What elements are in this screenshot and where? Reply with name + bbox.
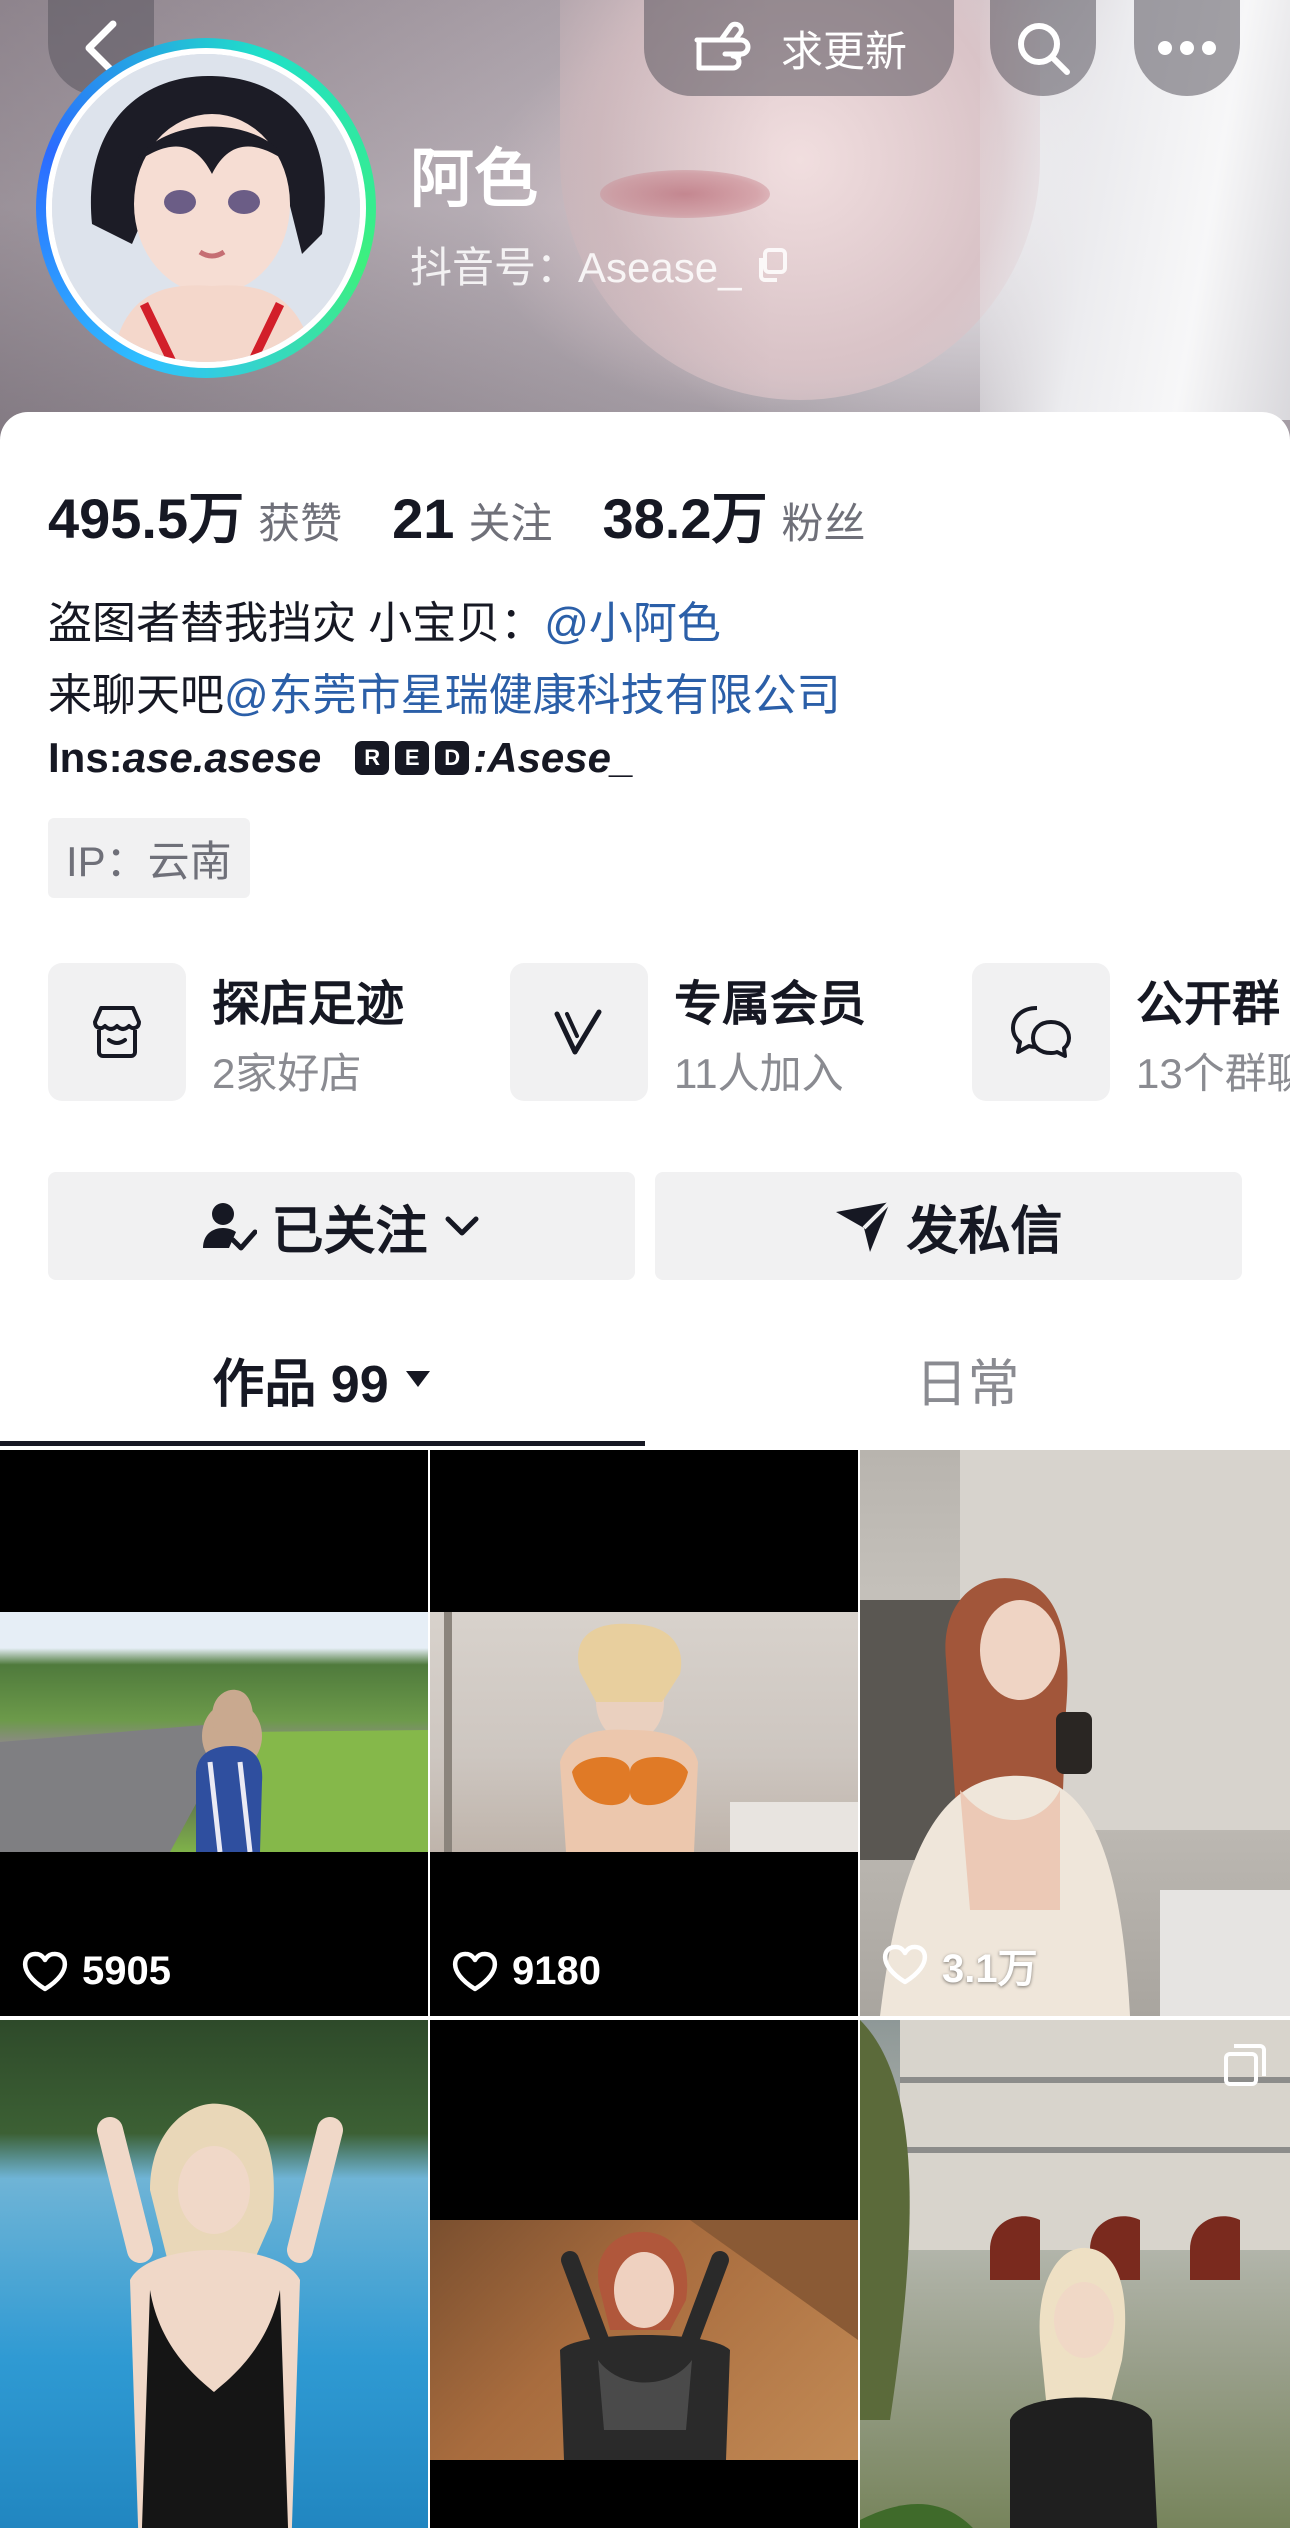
fans-label[interactable]: 粉丝 <box>781 490 865 551</box>
avatar-image <box>52 54 360 362</box>
search-icon <box>1018 23 1070 75</box>
likes-label[interactable]: 获赞 <box>258 490 342 551</box>
video-thumbnail[interactable] <box>860 2020 1290 2528</box>
heart-icon <box>453 1951 497 1991</box>
send-message-label: 发私信 <box>906 1202 1063 1261</box>
service-store-visits[interactable]: 探店足迹 2家好店 <box>48 962 510 1102</box>
red-badge-letter: E <box>395 741 430 775</box>
store-icon <box>93 1006 141 1058</box>
bio-line-2: 来聊天吧@东莞市星瑞健康科技有限公司 <box>48 671 841 720</box>
tab-active-indicator <box>0 1441 645 1446</box>
video-grid: 5905 9180 3.1万 <box>0 1450 1290 2528</box>
chat-group-icon <box>1011 1006 1071 1058</box>
user-check-icon <box>203 1203 258 1251</box>
following-button-label: 已关注 <box>271 1202 428 1261</box>
request-update-button[interactable]: 求更新 <box>644 0 954 96</box>
like-count: 9180 <box>452 1949 601 1994</box>
heart-icon <box>883 1944 927 1985</box>
stats-row: 495.5万 获赞 21 关注 38.2万 粉丝 <box>48 474 915 555</box>
following-label[interactable]: 关注 <box>468 490 552 551</box>
request-update-label: 求更新 <box>780 27 907 75</box>
vip-v-icon <box>554 1009 602 1055</box>
multi-image-icon <box>1224 2044 1266 2086</box>
ins-handle: ase.asese <box>122 734 322 781</box>
red-badge-letter: R <box>355 741 390 775</box>
mention-link[interactable]: @小阿色 <box>544 599 721 648</box>
bio-line-1: 盗图者替我挡灾 小宝贝：@小阿色 <box>48 599 721 648</box>
ins-label: Ins: <box>48 734 123 781</box>
more-dots-icon <box>1158 41 1216 55</box>
copy-icon[interactable] <box>755 247 789 282</box>
content-tabs: 作品 99 日常 <box>0 1312 1290 1446</box>
chevron-down-icon <box>445 1216 478 1236</box>
video-thumbnail[interactable]: 3.1万 <box>860 1450 1290 2016</box>
like-count: 5905 <box>22 1949 171 1994</box>
tab-works[interactable]: 作品 99 <box>0 1312 645 1446</box>
bio-line-3: Ins: ase.asese R E D :Asese_ <box>48 734 634 782</box>
video-thumbnail[interactable] <box>0 2020 428 2528</box>
send-message-button[interactable]: 发私信 <box>655 1172 1242 1280</box>
video-thumbnail[interactable] <box>430 2020 858 2528</box>
red-handle: :Asese_ <box>473 734 635 781</box>
following-button[interactable]: 已关注 <box>48 1172 635 1280</box>
send-icon <box>836 1200 892 1252</box>
red-badge-group: R E D <box>355 741 470 775</box>
avatar[interactable] <box>36 38 376 378</box>
douyin-id[interactable]: 抖音号：Asease_ <box>410 234 789 295</box>
heart-icon <box>23 1951 67 1991</box>
caret-down-icon <box>405 1371 430 1387</box>
like-count: 3.1万 <box>882 1936 1038 1994</box>
video-thumbnail[interactable]: 5905 <box>0 1450 428 2016</box>
profile-name: 阿色 <box>410 143 538 215</box>
video-thumbnail[interactable]: 9180 <box>430 1450 858 2016</box>
ip-location-tag: IP：云南 <box>48 818 250 898</box>
tab-works-label: 作品 99 <box>212 1355 389 1414</box>
service-membership[interactable]: 专属会员 11人加入 <box>510 962 972 1102</box>
action-buttons: 已关注 发私信 <box>48 1172 1242 1280</box>
bio: 盗图者替我挡灾 小宝贝：@小阿色 来聊天吧@东莞市星瑞健康科技有限公司 <box>48 588 841 732</box>
following-count[interactable]: 21 <box>392 486 454 551</box>
pointing-hand-icon <box>694 21 751 71</box>
service-public-groups[interactable]: 公开群 13个群聊 <box>972 962 1290 1102</box>
fans-count[interactable]: 38.2万 <box>602 474 767 555</box>
services-row: 探店足迹 2家好店 专属会员 11人加入 公开群 13个群聊 <box>48 962 1290 1102</box>
tab-daily[interactable]: 日常 <box>645 1312 1290 1446</box>
douyin-id-text: 抖音号：Asease_ <box>410 244 742 291</box>
likes-count[interactable]: 495.5万 <box>48 474 244 555</box>
red-badge-letter: D <box>435 741 470 775</box>
tab-daily-label: 日常 <box>915 1355 1020 1414</box>
mention-link[interactable]: @东莞市星瑞健康科技有限公司 <box>224 671 841 720</box>
